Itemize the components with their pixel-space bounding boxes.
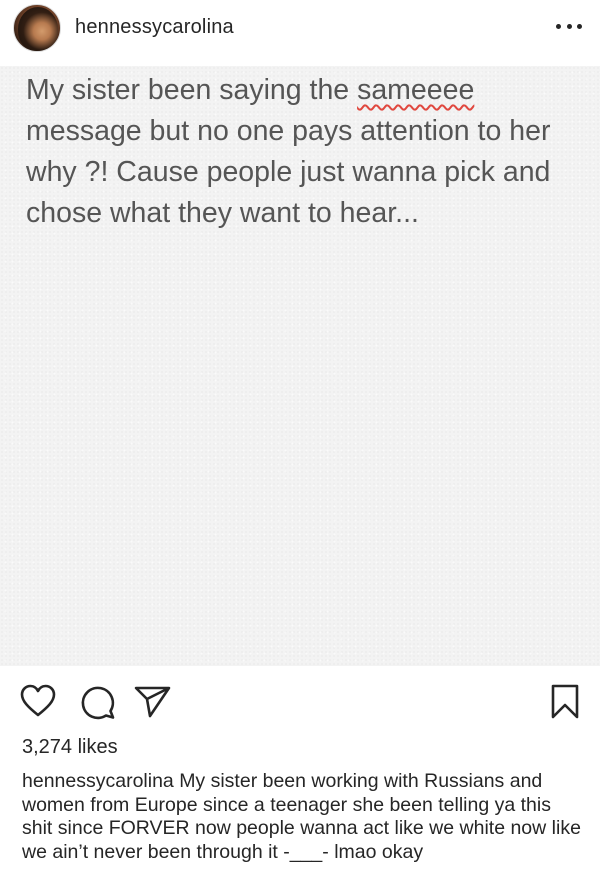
more-dot (566, 23, 572, 29)
paper-plane-icon[interactable] (134, 685, 172, 719)
heart-icon[interactable] (20, 684, 56, 718)
comment-icon[interactable] (80, 684, 116, 720)
more-dot (556, 23, 561, 29)
image-text-part: My sister been saying the (26, 74, 358, 106)
more-options-icon[interactable] (556, 16, 582, 36)
misspelled-word: sameeee (357, 74, 475, 106)
post-image[interactable]: My sister been saying the sameeee messag… (0, 66, 600, 666)
image-text-part: message but no one pays attention to her… (26, 115, 551, 229)
more-dot (577, 23, 582, 29)
avatar-photo (18, 7, 58, 51)
caption-username[interactable]: hennessycarolina (22, 770, 174, 792)
post-header: hennessycarolina (0, 0, 600, 62)
header-username[interactable]: hennessycarolina (75, 16, 234, 39)
avatar[interactable] (13, 4, 61, 52)
instagram-post: hennessycarolina My sister been saying t… (0, 0, 600, 887)
post-caption: hennessycarolina My sister been working … (22, 770, 582, 864)
action-bar (0, 672, 600, 732)
likes-count[interactable]: 3,274 likes (22, 736, 118, 759)
bookmark-icon[interactable] (550, 684, 580, 720)
post-image-text: My sister been saying the sameeee messag… (26, 70, 586, 234)
